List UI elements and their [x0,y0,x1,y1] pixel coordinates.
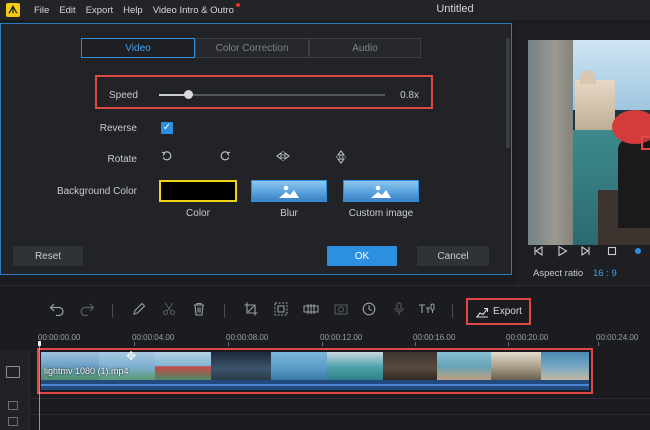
play-icon[interactable] [556,245,568,260]
overlay-track-header [0,398,30,414]
speed-slider[interactable] [159,90,385,99]
toolbar-divider [0,285,650,286]
audio-waveform [41,380,589,390]
image-icon [279,185,299,198]
background-color-swatch[interactable] [159,180,237,202]
dialog-scrollbar[interactable] [506,38,510,148]
video-track-icon [6,366,20,378]
previous-frame-icon[interactable] [533,245,545,260]
flip-vertical-icon[interactable] [333,150,349,164]
audio-track-header [0,414,30,430]
edit-pencil-icon[interactable] [130,302,148,318]
tick-label: 00:00:12.00 [320,333,363,342]
delete-trash-icon[interactable] [190,302,208,318]
background-blur-swatch[interactable] [251,180,327,202]
image-icon [371,185,391,198]
rotate-right-icon[interactable] [217,150,233,164]
playhead[interactable] [39,346,40,430]
preview-marker [641,136,650,150]
rotate-left-icon[interactable] [159,150,175,164]
export-icon [476,307,489,318]
overlay-track-icon [8,401,18,410]
timeline-ruler[interactable]: 00:00:00.00 00:00:04.00 00:00:08.00 00:0… [0,330,650,346]
window-title: Untitled [436,3,474,15]
snapshot-icon[interactable] [332,302,350,318]
text-to-speech-icon[interactable] [418,302,436,318]
preview-video-frame [528,40,650,245]
video-track-header [0,350,30,398]
redo-icon[interactable] [78,302,96,318]
zoom-fit-icon[interactable] [272,302,290,318]
tick-label: 00:00:16.00 [413,333,456,342]
speed-label: Speed [109,90,138,101]
reverse-checkbox[interactable]: ✓ [161,122,173,134]
background-color-label: Background Color [56,186,137,197]
reverse-label: Reverse [99,123,137,134]
next-frame-icon[interactable] [579,245,591,260]
video-clip[interactable]: lightmv 1080 (1).mp4 [41,352,589,390]
background-custom-image-swatch[interactable] [343,180,419,202]
clip-name: lightmv 1080 (1).mp4 [44,366,129,376]
video-clip-highlight: lightmv 1080 (1).mp4 [37,348,593,394]
progress-handle[interactable] [635,248,641,254]
tick-label: 00:00:08.00 [226,333,269,342]
duration-clock-icon[interactable] [360,302,378,318]
tick-label: 00:00:00.00 [38,333,81,342]
record-voiceover-icon[interactable] [390,302,408,318]
speed-row-highlight: Speed 0.8x [95,75,433,109]
tick-label: 00:00:04.00 [132,333,175,342]
aspect-ratio-label: Aspect ratio [533,268,584,279]
tab-video[interactable]: Video [81,38,195,58]
tick-label: 00:00:24.00 [596,333,639,342]
background-option-custom-image: Custom image [348,208,414,219]
tab-audio[interactable]: Audio [309,38,421,58]
flip-horizontal-icon[interactable] [275,150,291,164]
settings-tabs: Video Color Correction Audio [81,38,421,58]
reset-button[interactable]: Reset [13,246,83,266]
export-button[interactable]: Export [466,298,531,325]
move-cursor-icon: ✥ [126,349,137,363]
rotate-label: Rotate [107,154,137,165]
background-option-color: Color [186,208,210,219]
tab-color-correction[interactable]: Color Correction [195,38,309,58]
ok-button[interactable]: OK [327,246,397,266]
export-label: Export [493,306,522,317]
speed-value: 0.8x [400,90,419,101]
aspect-ratio-value[interactable]: 16 : 9 [593,268,617,279]
cancel-button[interactable]: Cancel [417,246,489,266]
undo-icon[interactable] [48,302,66,318]
cut-scissors-icon[interactable] [160,302,178,318]
preview-panel: Aspect ratio 16 : 9 [516,23,650,285]
speed-slider-handle[interactable] [184,90,194,99]
edit-toolbar: Export [0,290,650,330]
crop-icon[interactable] [242,302,260,318]
background-option-blur: Blur [280,208,298,219]
mosaic-icon[interactable] [302,302,320,318]
tick-label: 00:00:20.00 [506,333,549,342]
audio-track-icon [8,417,18,426]
stop-icon[interactable] [606,245,618,260]
clip-settings-dialog: Video Color Correction Audio Speed 0.8x … [0,23,512,275]
